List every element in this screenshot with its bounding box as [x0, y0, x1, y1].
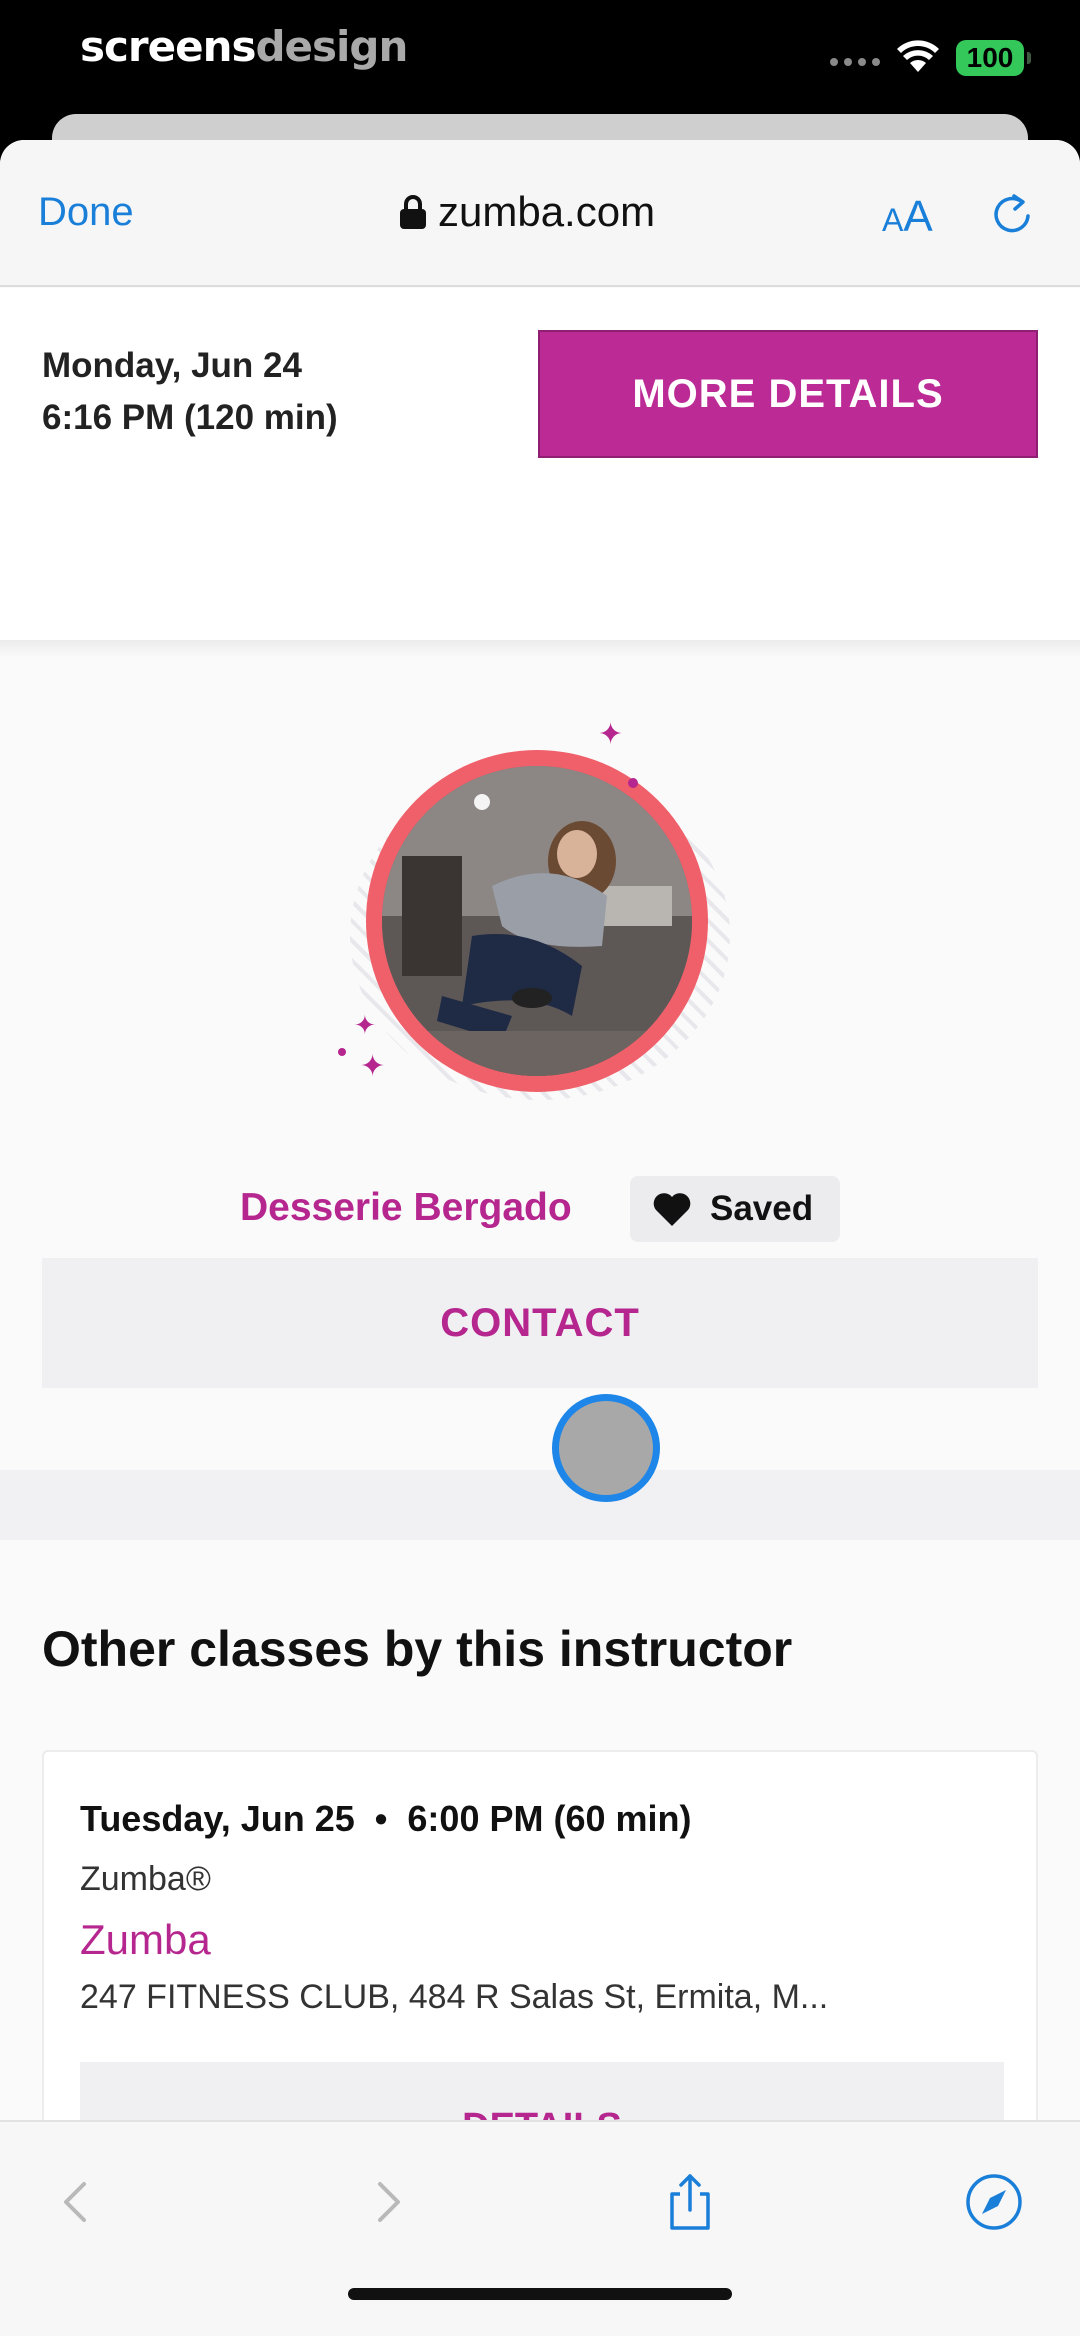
safari-sheet: Done zumba.com AA Monday, Jun 24 6:16 PM…: [0, 140, 1080, 2336]
screensdesign-watermark: screensdesign: [80, 22, 408, 71]
home-indicator: [348, 2288, 732, 2300]
contact-button[interactable]: CONTACT: [42, 1258, 1038, 1388]
instructor-avatar-group: ✦ ✦ ✦: [330, 720, 750, 1140]
saved-label: Saved: [710, 1189, 814, 1228]
reload-icon[interactable]: [988, 190, 1036, 238]
lock-icon: [400, 195, 426, 229]
class-card-location: 247 FITNESS CLUB, 484 R Salas St, Ermita…: [80, 1978, 829, 2016]
back-icon[interactable]: [46, 2172, 106, 2232]
other-classes-title: Other classes by this instructor: [42, 1621, 793, 1677]
section-separator: [0, 1470, 1080, 1540]
instructor-name[interactable]: Desserie Bergado: [240, 1186, 572, 1230]
safari-bottom-toolbar: [0, 2120, 1080, 2336]
sparkle-dot: [338, 1048, 346, 1056]
class-card-style: Zumba®: [80, 1860, 211, 1898]
status-bar: screensdesign 100: [0, 0, 1080, 112]
safari-top-bar: Done zumba.com AA: [0, 140, 1080, 287]
class-card-name-link[interactable]: Zumba: [80, 1916, 211, 1964]
url-text: zumba.com: [438, 188, 656, 235]
touch-indicator: [552, 1394, 660, 1502]
done-button[interactable]: Done: [38, 190, 134, 235]
cellular-signal-icon: [830, 58, 880, 66]
header-divider: [0, 640, 1080, 658]
safari-compass-icon[interactable]: [964, 2172, 1024, 2232]
text-size-button[interactable]: AA: [882, 192, 933, 242]
forward-icon[interactable]: [358, 2172, 418, 2232]
saved-button[interactable]: Saved: [630, 1176, 840, 1242]
address-bar[interactable]: zumba.com: [400, 188, 655, 236]
sparkle-icon: ✦: [598, 718, 624, 751]
share-icon[interactable]: [660, 2172, 720, 2232]
sparkle-dot: [628, 778, 638, 788]
sparkle-icon: ✦: [354, 1010, 376, 1040]
more-details-button[interactable]: MORE DETAILS: [538, 330, 1038, 458]
class-datetime: Monday, Jun 24 6:16 PM (120 min): [42, 340, 338, 444]
photo-illustration: [382, 766, 692, 1076]
class-time: 6:16 PM (120 min): [42, 398, 338, 437]
wifi-icon: [897, 40, 939, 72]
instructor-avatar: [366, 750, 708, 1092]
class-card-datetime: Tuesday, Jun 25 • 6:00 PM (60 min): [80, 1798, 692, 1839]
class-date: Monday, Jun 24: [42, 346, 302, 385]
instructor-photo: [382, 766, 692, 1076]
sparkle-icon: ✦: [360, 1050, 386, 1083]
heart-icon: [653, 1193, 691, 1226]
battery-icon: 100: [956, 40, 1031, 76]
